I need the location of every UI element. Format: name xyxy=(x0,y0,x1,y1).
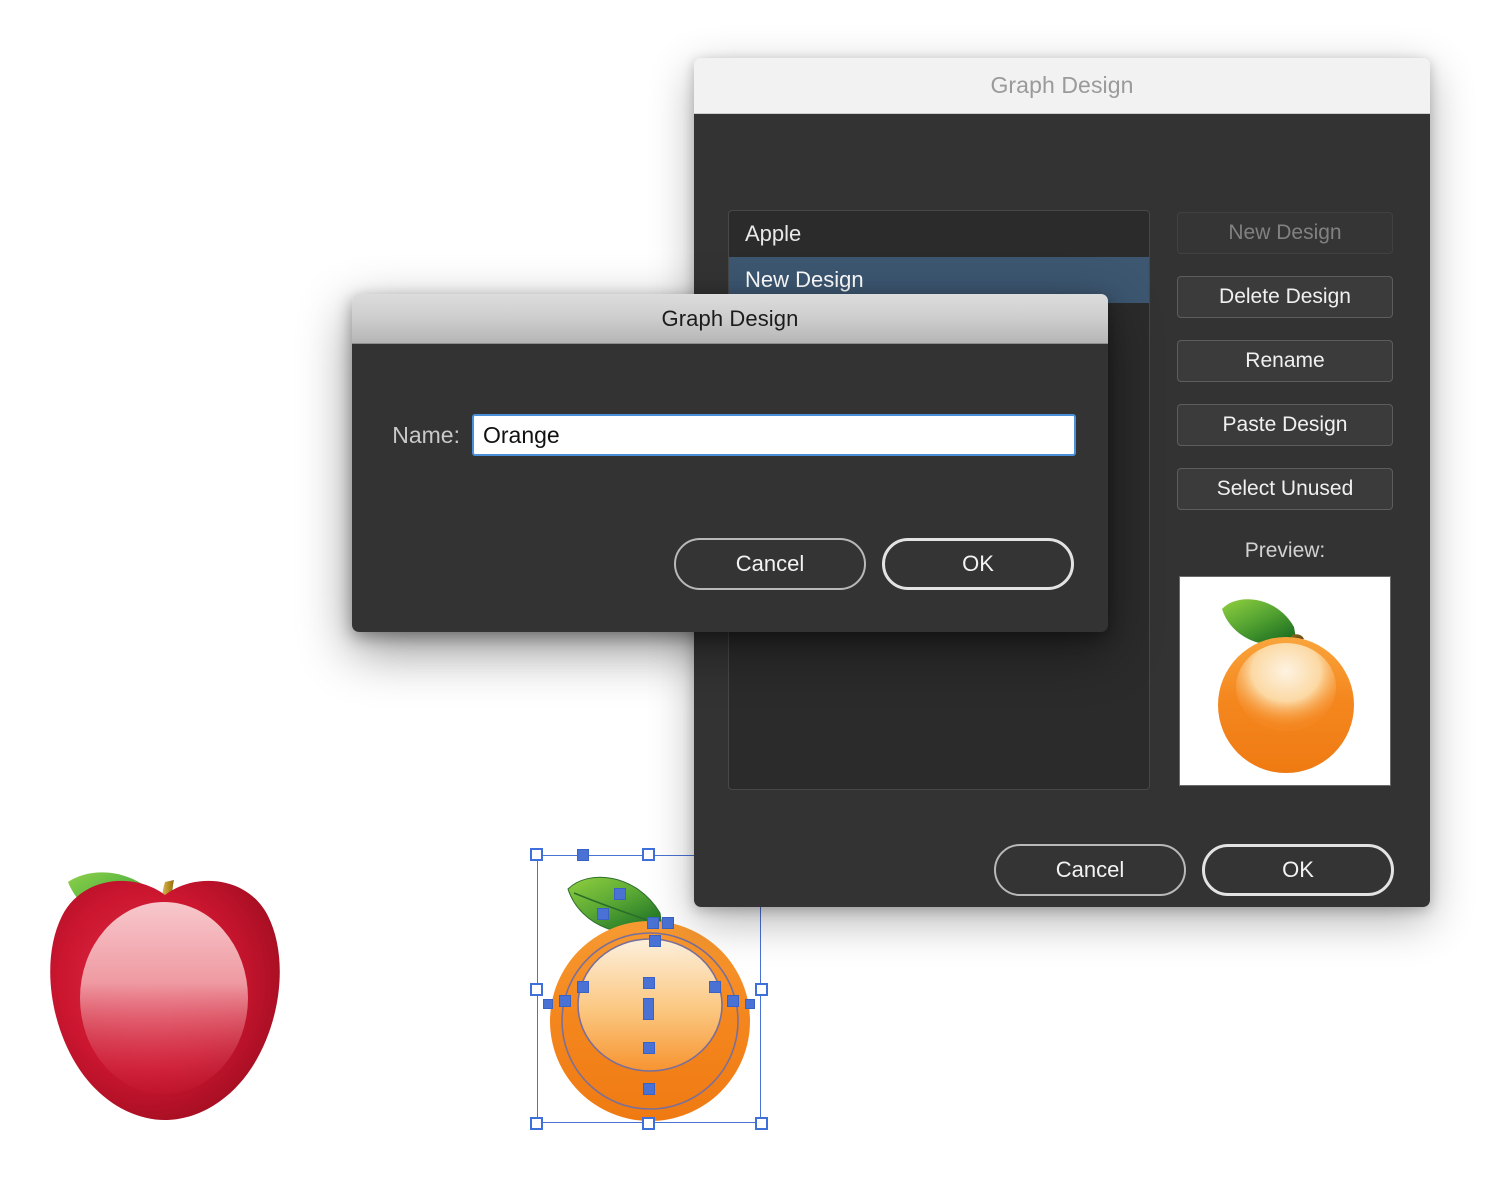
paste-design-button[interactable]: Paste Design xyxy=(1177,404,1393,446)
front-dialog-titlebar: Graph Design xyxy=(352,294,1108,344)
name-input[interactable] xyxy=(472,414,1076,456)
apple-artwork[interactable] xyxy=(40,820,290,1120)
preview-label: Preview: xyxy=(1244,539,1326,562)
list-item-label: Apple xyxy=(745,221,802,246)
preview-orange-artwork xyxy=(1218,599,1354,773)
front-dialog-title: Graph Design xyxy=(661,305,799,331)
back-ok-button[interactable]: OK xyxy=(1202,844,1394,896)
orange-inner-ellipse xyxy=(577,938,723,1072)
new-design-button[interactable]: New Design xyxy=(1177,212,1393,254)
delete-design-button[interactable]: Delete Design xyxy=(1177,276,1393,318)
design-action-buttons: New Design Delete Design Rename Paste De… xyxy=(1177,212,1393,532)
back-dialog-titlebar: Graph Design xyxy=(694,58,1430,114)
rename-button[interactable]: Rename xyxy=(1177,340,1393,382)
front-cancel-button[interactable]: Cancel xyxy=(674,538,866,590)
back-dialog-footer: Cancel OK xyxy=(984,844,1394,896)
name-row: Name: xyxy=(352,414,1108,456)
preview-box xyxy=(1179,576,1391,786)
back-dialog-title: Graph Design xyxy=(990,72,1134,98)
list-item-label: New Design xyxy=(745,267,864,292)
graph-design-rename-dialog[interactable]: Graph Design Name: Cancel OK xyxy=(352,294,1108,632)
front-ok-button[interactable]: OK xyxy=(882,538,1074,590)
name-label: Name: xyxy=(392,421,460,448)
preview-orange-highlight xyxy=(1236,643,1336,731)
front-dialog-footer: Cancel OK xyxy=(352,538,1108,590)
front-dialog-body: Name: Cancel OK xyxy=(352,344,1108,632)
back-cancel-button[interactable]: Cancel xyxy=(994,844,1186,896)
apple-highlight xyxy=(80,902,248,1094)
select-unused-button[interactable]: Select Unused xyxy=(1177,468,1393,510)
list-item-apple[interactable]: Apple xyxy=(729,211,1149,257)
